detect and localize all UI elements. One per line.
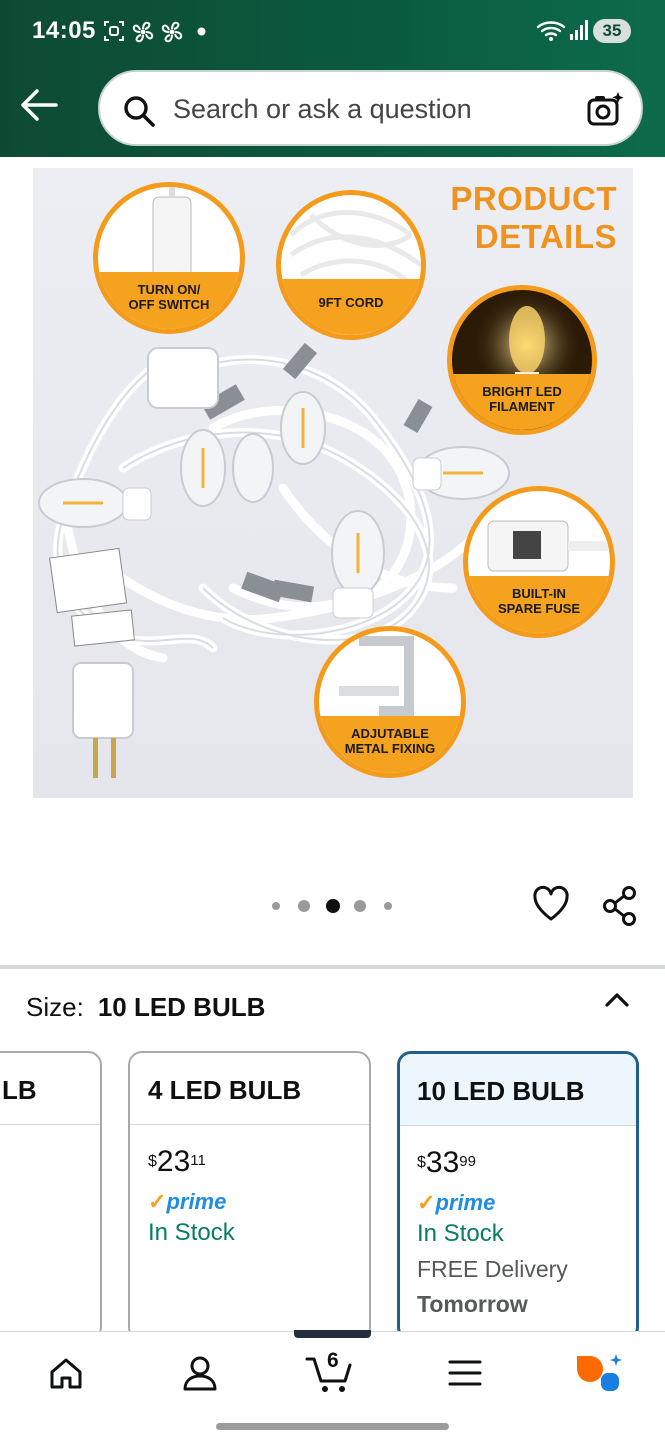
carousel-dot[interactable]: [354, 900, 366, 912]
stock-status: In Stock: [417, 1220, 504, 1247]
size-option-title: 4 LED BULB: [130, 1053, 369, 1125]
size-option-card[interactable]: 4 LED BULB $2311 ✓prime In Stock: [128, 1051, 371, 1341]
carousel-dot[interactable]: [298, 900, 310, 912]
status-bar: 14:05 35: [0, 0, 665, 62]
carousel-dot[interactable]: [272, 902, 280, 910]
section-divider: [0, 965, 665, 969]
signal-icon: [570, 20, 588, 40]
size-option-title: LB: [0, 1053, 100, 1125]
size-option-card-selected[interactable]: 10 LED BULB $3399 ✓prime In Stock FREE D…: [397, 1051, 639, 1341]
status-time: 14:05: [32, 17, 96, 44]
delivery-day: Tomorrow: [417, 1291, 528, 1317]
account-icon[interactable]: [181, 1354, 219, 1392]
search-bar[interactable]: Search or ask a question: [98, 70, 643, 146]
camera-search-icon[interactable]: [585, 90, 625, 130]
callout-fuse: BUILT-IN SPARE FUSE: [463, 486, 615, 638]
active-tab-indicator: [294, 1330, 371, 1338]
callout-fuse-label: BUILT-IN SPARE FUSE: [468, 576, 610, 633]
callout-cord-label: 9FT CORD: [281, 279, 421, 335]
cart-count-badge: 6: [327, 1349, 339, 1372]
back-arrow-icon[interactable]: [20, 88, 58, 122]
option-price: $3399: [417, 1146, 476, 1179]
home-icon[interactable]: [48, 1355, 84, 1391]
callout-fixing: ADJUTABLE METAL FIXING: [314, 626, 466, 778]
callout-filament: BRIGHT LED FILAMENT: [447, 285, 597, 435]
share-icon[interactable]: [602, 886, 638, 926]
product-image[interactable]: PRODUCT DETAILS TURN ON/ OFF SWITCH 9FT …: [33, 168, 633, 798]
system-home-indicator[interactable]: [216, 1423, 449, 1430]
callout-switch: TURN ON/ OFF SWITCH: [93, 182, 245, 334]
carousel-dot-active[interactable]: [326, 899, 340, 913]
app-header: 14:05 35 Search or ask a question: [0, 0, 665, 157]
notification-dot-icon: [197, 27, 206, 36]
product-page: 14:05 35 Search or ask a question PRODUC…: [0, 0, 665, 1440]
size-option-card[interactable]: LB: [0, 1051, 102, 1341]
prime-badge: ✓prime: [417, 1190, 496, 1215]
heart-icon[interactable]: [532, 885, 570, 923]
rufus-icon[interactable]: [574, 1352, 624, 1394]
battery-indicator: 35: [593, 19, 631, 43]
search-input[interactable]: Search or ask a question: [173, 94, 472, 125]
callout-switch-label: TURN ON/ OFF SWITCH: [98, 272, 240, 329]
search-icon: [124, 96, 155, 127]
prime-badge: ✓prime: [148, 1189, 227, 1214]
wifi-icon: [536, 21, 566, 41]
callout-filament-label: BRIGHT LED FILAMENT: [452, 374, 592, 430]
fan-icon: [161, 21, 183, 43]
stock-status: In Stock: [148, 1219, 235, 1246]
callout-cord: 9FT CORD: [276, 190, 426, 340]
fan-icon: [132, 21, 154, 43]
size-selected-value: 10 LED BULB: [97, 992, 266, 1022]
callout-fixing-label: ADJUTABLE METAL FIXING: [319, 716, 461, 773]
chevron-up-icon[interactable]: [603, 990, 631, 1010]
size-label: Size:: [26, 992, 84, 1022]
screenshot-icon: [104, 21, 124, 41]
option-price: $2311: [148, 1145, 206, 1178]
size-option-title: 10 LED BULB: [400, 1054, 636, 1126]
menu-icon[interactable]: [448, 1359, 482, 1387]
size-selector-header[interactable]: Size: 10 LED BULB: [26, 992, 265, 1023]
delivery-text: FREE Delivery: [417, 1256, 568, 1282]
carousel-dot[interactable]: [384, 902, 392, 910]
